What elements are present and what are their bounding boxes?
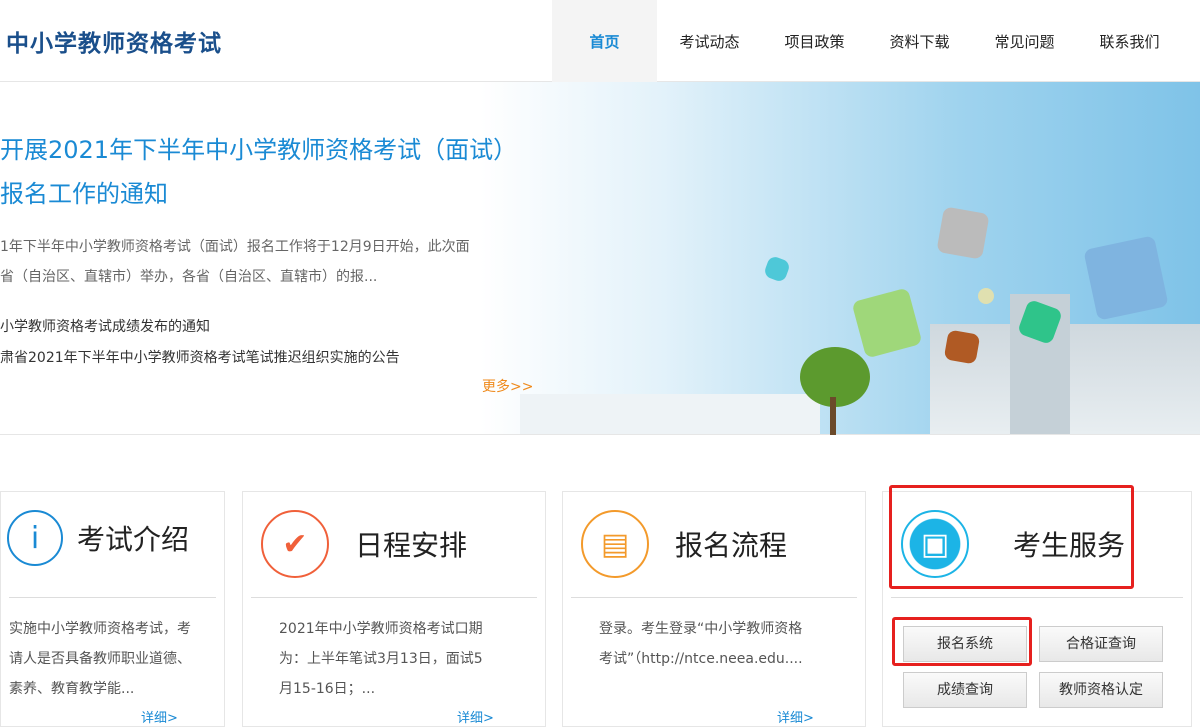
divider [891, 597, 1183, 598]
headline-link[interactable]: 开展2021年下半年中小学教师资格考试（面试）报名工作的通知 [0, 128, 510, 216]
card-text: 2021年中小学教师资格考试口期 为：上半年笔试3月13日，面试5 月15-16日；… [279, 621, 483, 697]
nav-contact[interactable]: 联系我们 [1077, 0, 1182, 82]
summary-line: 1年下半年中小学教师资格考试（面试）报名工作将于12月9日开始，此次面 [0, 239, 470, 255]
form-icon: ▤ [581, 510, 649, 578]
card-title[interactable]: 日程安排 [355, 524, 467, 564]
card-title[interactable]: 考试介绍 [77, 518, 189, 558]
card-text: 实施中小学教师资格考试，考 请人是否具备教师职业道德、 素养、教育教学能... [9, 621, 191, 697]
detail-link[interactable]: 详细> [777, 707, 814, 726]
news-item[interactable]: 肃省2021年下半年中小学教师资格考试笔试推迟组织实施的公告 [0, 343, 400, 374]
banner: 开展2021年下半年中小学教师资格考试（面试）报名工作的通知 1年下半年中小学教… [0, 82, 1200, 435]
certificate-query-button[interactable]: 合格证查询 [1039, 626, 1163, 662]
summary-line: 省（自治区、直辖市）举办，各省（自治区、直辖市）的报... [0, 269, 378, 285]
card-title[interactable]: 报名流程 [675, 524, 787, 564]
news-list: 小学教师资格考试成绩发布的通知 肃省2021年下半年中小学教师资格考试笔试推迟组… [0, 312, 400, 374]
site-logo[interactable]: 中小学教师资格考试 [6, 24, 222, 58]
card-text: 登录。考生登录“中小学教师资格 考试”（http://ntce.neea.edu.… [599, 621, 803, 667]
score-query-button[interactable]: 成绩查询 [903, 672, 1027, 708]
nav-downloads[interactable]: 资料下载 [867, 0, 972, 82]
highlight-box [889, 485, 1134, 589]
info-icon: i [7, 510, 63, 566]
divider [571, 597, 857, 598]
detail-link[interactable]: 详细> [141, 707, 178, 726]
card-registration-process: ▤ 报名流程 登录。考生登录“中小学教师资格 考试”（http://ntce.nee… [562, 491, 866, 727]
teacher-certification-button[interactable]: 教师资格认定 [1039, 672, 1163, 708]
header: 中小学教师资格考试 首页 考试动态 项目政策 资料下载 常见问题 联系我们 [0, 0, 1200, 82]
main-nav: 首页 考试动态 项目政策 资料下载 常见问题 联系我们 [552, 0, 1182, 82]
card-schedule: ✔ 日程安排 2021年中小学教师资格考试口期 为：上半年笔试3月13日，面试5 月1… [242, 491, 546, 727]
nav-faq[interactable]: 常见问题 [972, 0, 1077, 82]
divider [251, 597, 537, 598]
check-icon: ✔ [261, 510, 329, 578]
more-link[interactable]: 更多>> [482, 376, 533, 396]
headline-summary: 1年下半年中小学教师资格考试（面试）报名工作将于12月9日开始，此次面 省（自治区… [0, 232, 530, 292]
nav-home[interactable]: 首页 [552, 0, 657, 82]
detail-link[interactable]: 详细> [457, 707, 494, 726]
nav-exam-news[interactable]: 考试动态 [657, 0, 762, 82]
card-exam-intro: i 考试介绍 实施中小学教师资格考试，考 请人是否具备教师职业道德、 素养、教育教学能… [0, 491, 225, 727]
highlight-box [892, 617, 1032, 666]
news-item[interactable]: 小学教师资格考试成绩发布的通知 [0, 312, 400, 343]
divider [9, 597, 216, 598]
nav-policy[interactable]: 项目政策 [762, 0, 867, 82]
